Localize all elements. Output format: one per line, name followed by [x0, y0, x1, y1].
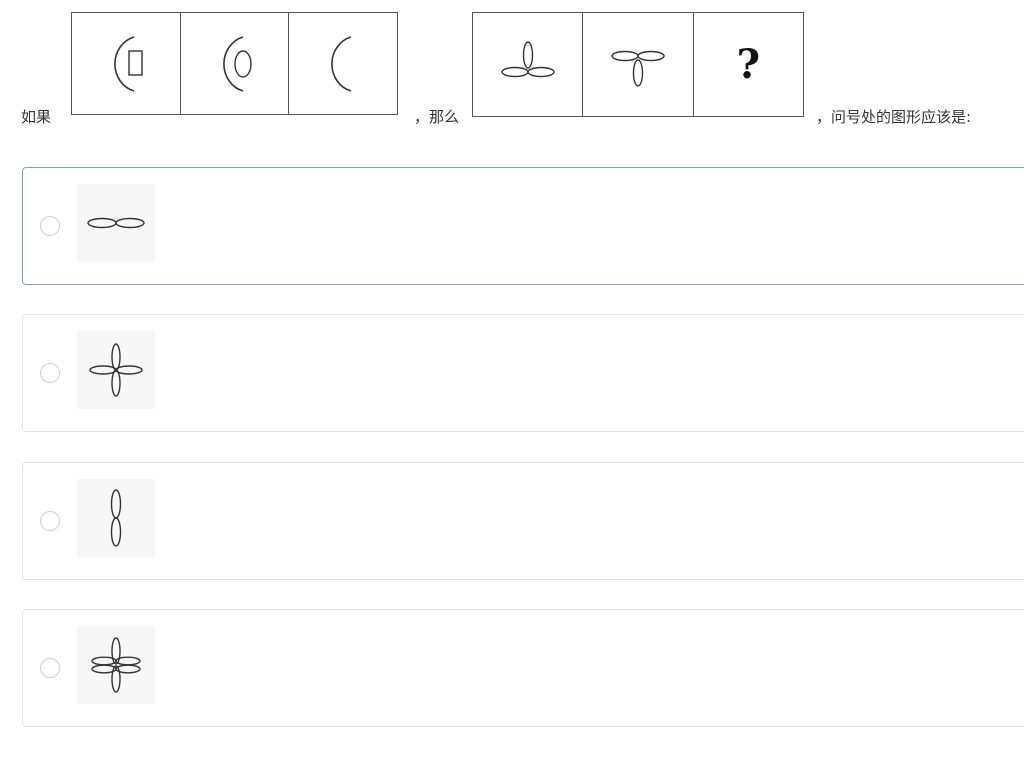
sequence-b-figure: ?: [472, 12, 804, 117]
question-text-then: ，那么: [414, 108, 460, 126]
question-mark: ?: [736, 40, 761, 88]
four-petal-cross-icon: [89, 343, 143, 397]
question-text-ask: ，问号处的图形应该是:: [816, 108, 972, 126]
six-petal-flower-icon: [91, 637, 141, 693]
option-b-radio[interactable]: [40, 363, 60, 383]
option-d-radio[interactable]: [40, 658, 60, 678]
arc-with-ellipse-icon: [222, 35, 252, 92]
question-page: 如果 ，那么 ? ，问号处的图形应该是:: [0, 0, 1024, 763]
two-vertical-petals-icon: [110, 489, 122, 547]
option-d-image: [77, 626, 155, 704]
sequence-a-cell-3: [289, 13, 397, 114]
question-text-if: 如果: [21, 108, 52, 126]
sequence-b-cell-1: [473, 13, 584, 116]
three-petal-down-icon: [611, 50, 665, 87]
answer-option-a[interactable]: [22, 167, 1024, 285]
three-petal-up-icon: [500, 40, 555, 77]
option-c-radio[interactable]: [40, 511, 60, 531]
option-a-radio[interactable]: [40, 216, 60, 236]
answer-option-c[interactable]: [22, 462, 1024, 580]
arc-icon: [331, 35, 352, 92]
option-a-image: [77, 184, 155, 262]
sequence-a-cell-1: [72, 13, 181, 114]
sequence-b-cell-2: [583, 13, 694, 116]
sequence-b-cell-3: ?: [694, 13, 803, 116]
answer-option-d[interactable]: [22, 609, 1024, 727]
sequence-a-figure: [71, 12, 398, 115]
option-c-image: [77, 479, 155, 557]
answer-option-b[interactable]: [22, 314, 1024, 432]
option-b-image: [77, 331, 155, 409]
two-horizontal-petals-icon: [87, 217, 145, 229]
sequence-a-cell-2: [181, 13, 290, 114]
arc-with-rectangle-icon: [113, 35, 143, 92]
